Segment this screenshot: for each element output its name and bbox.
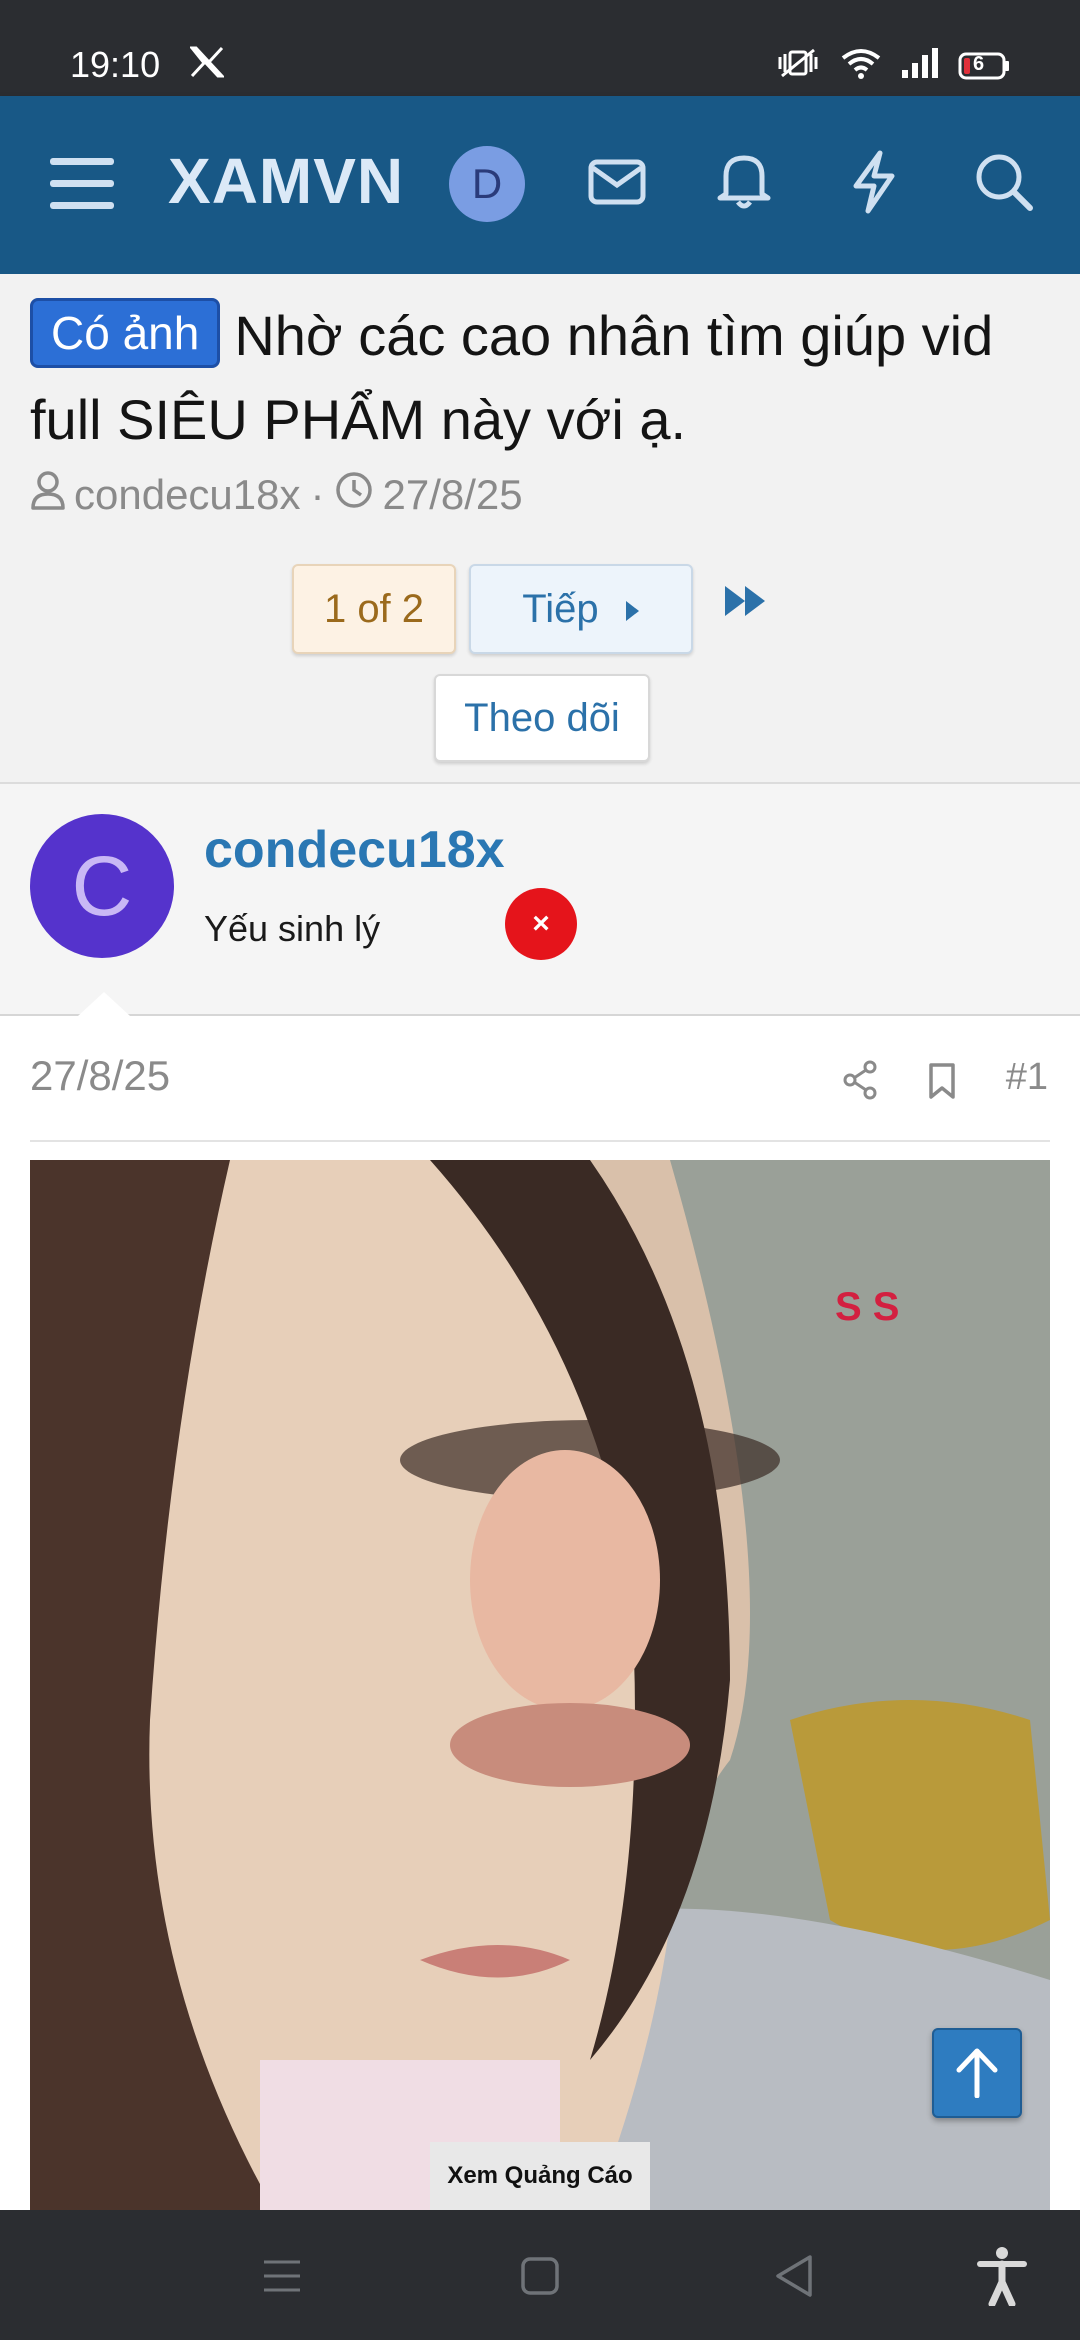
x-app-icon <box>188 46 226 83</box>
top-navbar: XAMVN D <box>0 96 1080 274</box>
menu-icon[interactable] <box>50 154 114 219</box>
post-pointer <box>78 992 130 1016</box>
current-page-button[interactable]: 1 of 2 <box>292 564 456 654</box>
clock-icon <box>335 471 373 519</box>
battery-icon: 6 <box>958 51 1010 81</box>
search-icon[interactable] <box>974 152 1034 217</box>
recent-apps-icon[interactable] <box>262 2258 302 2299</box>
next-page-button[interactable]: Tiếp <box>469 564 693 654</box>
view-ad-button[interactable]: Xem Quảng Cáo <box>430 2142 650 2210</box>
follow-button[interactable]: Theo dõi <box>434 674 650 762</box>
user-icon <box>30 470 66 520</box>
prefix-badge[interactable]: Có ảnh <box>30 298 221 368</box>
post: 27/8/25 #1 S S <box>0 1016 1080 2210</box>
battery-level: 6 <box>973 52 985 75</box>
thread-header: Có ảnh Nhờ các cao nhân tìm giúp vid full… <box>0 274 1080 784</box>
thread-author[interactable]: condecu18x <box>74 471 301 519</box>
user-avatar[interactable]: D <box>449 146 525 222</box>
back-icon[interactable] <box>774 2254 814 2303</box>
post-image[interactable]: S S <box>30 1160 1050 2210</box>
meta-separator: · <box>310 471 325 518</box>
system-navigation-bar <box>0 2210 1080 2340</box>
bookmark-icon[interactable] <box>928 1062 956 1105</box>
thread-title: Có ảnh Nhờ các cao nhân tìm giúp vid full… <box>30 294 1060 462</box>
site-logo[interactable]: XAMVN <box>168 144 404 218</box>
thread-date[interactable]: 27/8/25 <box>383 471 523 519</box>
home-icon[interactable] <box>520 2256 560 2301</box>
arrow-up-icon <box>954 2046 1000 2103</box>
author-name[interactable]: condecu18x <box>204 820 505 880</box>
status-time: 19:10 <box>70 44 161 85</box>
close-ad-button[interactable]: × <box>505 888 577 960</box>
scroll-to-top-button[interactable] <box>932 2028 1022 2118</box>
mail-icon[interactable] <box>588 158 646 211</box>
lightning-icon[interactable] <box>850 150 898 219</box>
next-page-label: Tiếp <box>522 587 599 631</box>
share-icon[interactable] <box>842 1060 878 1105</box>
main-content: Có ảnh Nhờ các cao nhân tìm giúp vid full… <box>0 274 1080 2210</box>
thread-meta: condecu18x · 27/8/25 <box>30 470 523 520</box>
bell-icon[interactable] <box>716 150 772 215</box>
wifi-icon <box>840 46 882 85</box>
last-page-icon[interactable] <box>723 584 769 623</box>
signal-icon <box>900 46 940 85</box>
author-user-title: Yếu sinh lý <box>204 908 381 949</box>
post-number[interactable]: #1 <box>1006 1056 1048 1099</box>
post-date[interactable]: 27/8/25 <box>30 1052 170 1100</box>
post-divider <box>30 1140 1050 1142</box>
vibrate-off-icon <box>774 46 822 85</box>
author-avatar[interactable]: C <box>30 814 174 958</box>
status-bar: 19:10 6 <box>0 0 1080 96</box>
accessibility-icon[interactable] <box>976 2246 1028 2311</box>
caret-right-icon <box>624 587 640 631</box>
svg-text:S S: S S <box>835 1285 899 1329</box>
